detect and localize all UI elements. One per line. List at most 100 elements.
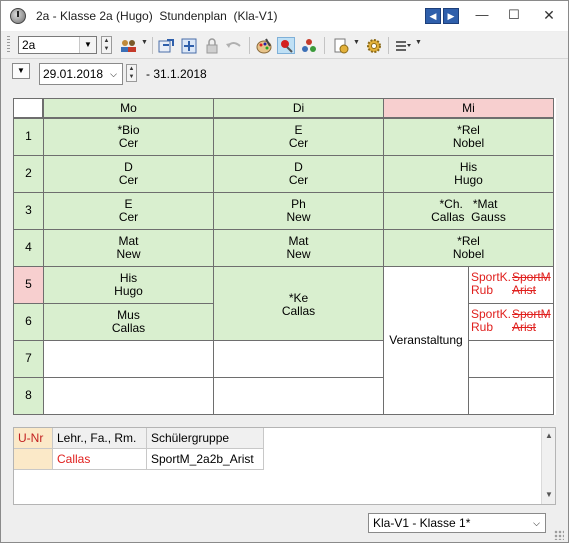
period-label: 6	[13, 303, 44, 341]
day-header-di[interactable]: Di	[213, 98, 384, 118]
gear-icon[interactable]	[365, 37, 383, 54]
list-menu-icon[interactable]	[394, 37, 412, 54]
empty-cell[interactable]	[213, 377, 384, 415]
lesson-cell[interactable]: Mat New	[43, 229, 214, 267]
spin-down-icon[interactable]: ▼	[127, 73, 136, 81]
period-label: 8	[13, 377, 44, 415]
toolbar-separator	[324, 37, 325, 54]
persons-dropdown-icon[interactable]: ▼	[141, 39, 148, 46]
title-bar: 2a - Klasse 2a (Hugo) Stundenplan (Kla-V…	[1, 1, 568, 31]
palette-icon[interactable]	[255, 37, 273, 54]
lesson-cell[interactable]: Mus Callas	[43, 303, 214, 341]
toolbar: 2a ▼ ▲ ▼ ▼ ▼ ▼	[1, 32, 568, 59]
lesson-cell-double[interactable]: *Ke Callas	[213, 266, 384, 341]
teacher-cell[interactable]: Callas	[53, 449, 147, 470]
group-header[interactable]: Schülergruppe	[147, 428, 264, 449]
lesson-teacher: New	[286, 247, 311, 261]
class-spinner[interactable]: ▲ ▼	[101, 36, 112, 54]
share-icon[interactable]	[300, 37, 318, 54]
lesson-teacher: Callas	[111, 321, 146, 335]
scroll-down-icon[interactable]: ▼	[544, 490, 554, 499]
import-icon[interactable]	[157, 37, 175, 54]
day-header-mi[interactable]: Mi	[383, 98, 554, 118]
lesson-cell[interactable]: Ph New	[213, 192, 384, 230]
lesson-cell[interactable]: E Cer	[43, 192, 214, 230]
lesson-cell[interactable]: *Rel Nobel	[383, 118, 554, 156]
lesson-cell[interactable]: E Cer	[213, 118, 384, 156]
period-label: 1	[13, 118, 44, 156]
empty-cell[interactable]	[43, 340, 214, 378]
resize-grip[interactable]	[554, 530, 564, 540]
scroll-up-icon[interactable]: ▲	[544, 431, 554, 440]
lesson-teacher: Cer	[288, 136, 309, 150]
minimize-button[interactable]: —	[469, 5, 495, 25]
teacher-header[interactable]: Lehr., Fa., Rm.	[53, 428, 147, 449]
view-format-value: Kla-V1 - Klasse 1*	[373, 516, 471, 530]
end-date-label: - 31.1.2018	[146, 67, 207, 81]
maximize-button[interactable]: ☐	[501, 5, 527, 25]
lesson-teacher: Callas	[281, 304, 316, 318]
sport-cell[interactable]: SportK. Rub SportM Arist	[468, 303, 554, 341]
lesson-cell[interactable]: His Hugo	[383, 155, 554, 193]
undo-icon[interactable]	[225, 37, 243, 54]
period-label: 4	[13, 229, 44, 267]
lesson-cell[interactable]: *Bio Cer	[43, 118, 214, 156]
chevron-down-icon[interactable]: ⌵	[105, 64, 122, 84]
sport-left-teacher: Rub	[471, 320, 494, 334]
lesson-teacher: Cer	[118, 173, 139, 187]
sport-right-teacher: Arist	[512, 283, 536, 297]
spin-down-icon[interactable]: ▼	[102, 45, 111, 53]
class-select-value: 2a	[22, 38, 36, 52]
empty-cell[interactable]	[43, 377, 214, 415]
lesson-cell[interactable]: D Cer	[43, 155, 214, 193]
chevron-down-icon[interactable]: ⌵	[528, 514, 545, 532]
unr-cell[interactable]	[14, 449, 53, 470]
event-cell[interactable]: Veranstaltung	[383, 266, 469, 415]
view-format-select[interactable]: Kla-V1 - Klasse 1* ⌵	[368, 513, 546, 533]
lesson-teacher: Hugo	[454, 173, 483, 187]
spin-up-icon[interactable]: ▲	[127, 65, 136, 73]
period-label: 7	[13, 340, 44, 378]
lesson-teacher: Callas Gauss	[431, 210, 506, 224]
timetable-window: 2a - Klasse 2a (Hugo) Stundenplan (Kla-V…	[0, 0, 569, 543]
lesson-cell[interactable]: His Hugo	[43, 266, 214, 304]
toolbar-grip[interactable]	[7, 36, 10, 54]
empty-cell[interactable]	[213, 340, 384, 378]
group-cell[interactable]: SportM_2a2b_Arist	[147, 449, 264, 470]
chevron-down-icon[interactable]: ▼	[79, 37, 96, 53]
class-select[interactable]: 2a ▼	[18, 36, 97, 54]
toolbar-separator	[388, 37, 389, 54]
corner-cell	[13, 98, 43, 118]
page-settings-dropdown-icon[interactable]: ▼	[353, 39, 360, 46]
date-spinner[interactable]: ▲ ▼	[126, 64, 137, 82]
page-settings-icon[interactable]	[332, 37, 350, 54]
lesson-cell[interactable]: Mat New	[213, 229, 384, 267]
day-header-mo[interactable]: Mo	[43, 98, 214, 118]
lesson-teacher: Hugo	[114, 284, 143, 298]
period-label: 5	[13, 266, 44, 304]
sport-left-teacher: Rub	[471, 283, 494, 297]
lesson-cell[interactable]: *Ch. *Mat Callas Gauss	[383, 192, 554, 230]
period-label: 2	[13, 155, 44, 193]
pin-icon[interactable]	[277, 37, 295, 54]
view-menu-button[interactable]: ▼	[12, 63, 30, 79]
window-title: 2a - Klasse 2a (Hugo) Stundenplan (Kla-V…	[36, 9, 278, 23]
empty-cell[interactable]	[468, 377, 554, 415]
sport-cell[interactable]: SportK. Rub SportM Arist	[468, 266, 554, 304]
period-label: 3	[13, 192, 44, 230]
start-date-picker[interactable]: 29.01.2018 ⌵	[39, 63, 123, 85]
spin-up-icon[interactable]: ▲	[102, 37, 111, 45]
next-arrow-icon[interactable]: ▶	[443, 8, 459, 24]
unr-header[interactable]: U-Nr	[14, 428, 53, 449]
clock-app-icon	[10, 8, 26, 24]
lesson-cell[interactable]: *Rel Nobel	[383, 229, 554, 267]
detail-scrollbar[interactable]: ▲ ▼	[541, 428, 555, 504]
lesson-cell[interactable]: D Cer	[213, 155, 384, 193]
expand-icon[interactable]	[180, 37, 198, 54]
persons-icon[interactable]	[120, 37, 138, 54]
close-button[interactable]: ✕	[536, 5, 562, 25]
previous-arrow-icon[interactable]: ◀	[425, 8, 441, 24]
lock-icon[interactable]	[203, 37, 221, 54]
list-menu-dropdown-icon[interactable]: ▼	[415, 39, 422, 46]
empty-cell[interactable]	[468, 340, 554, 378]
